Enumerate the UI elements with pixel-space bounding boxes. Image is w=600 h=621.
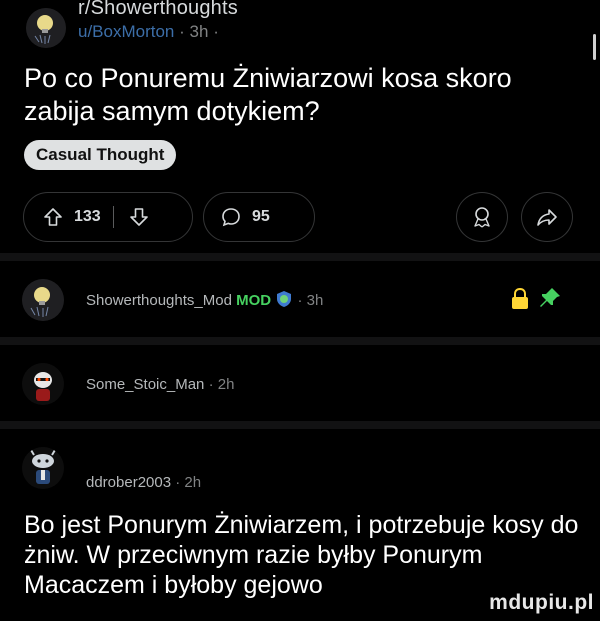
mod-tag: MOD bbox=[236, 292, 272, 309]
post-author[interactable]: u/BoxMorton bbox=[78, 22, 174, 41]
comment-avatar[interactable] bbox=[22, 447, 64, 489]
share-button[interactable] bbox=[521, 192, 573, 242]
downvote-icon[interactable] bbox=[128, 206, 150, 228]
lock-icon bbox=[510, 287, 530, 316]
post-age: 3h bbox=[189, 22, 209, 41]
vote-bar: 133 bbox=[23, 192, 193, 242]
award-icon bbox=[470, 205, 494, 229]
comment-header: Showerthoughts_Mod MOD · 3h bbox=[86, 290, 323, 312]
comment-author[interactable]: Showerthoughts_Mod bbox=[86, 292, 232, 309]
upvote-count: 133 bbox=[74, 208, 101, 225]
award-button[interactable] bbox=[456, 192, 508, 242]
comment-age: 2h bbox=[184, 474, 202, 491]
meta-separator: · bbox=[175, 474, 181, 491]
post-meta: u/BoxMorton · 3h · bbox=[78, 22, 219, 42]
upvote-icon[interactable] bbox=[42, 206, 64, 228]
comment-header: ddrober2003 · 2h bbox=[86, 474, 201, 491]
comment-author[interactable]: Some_Stoic_Man bbox=[86, 376, 204, 393]
comment-age: 2h bbox=[217, 376, 235, 393]
watermark: mdupiu.pl bbox=[489, 591, 594, 614]
comment-header: Some_Stoic_Man · 2h bbox=[86, 376, 234, 393]
post-flair[interactable]: Casual Thought bbox=[24, 140, 177, 170]
section-divider bbox=[0, 337, 600, 345]
meta-separator: · bbox=[208, 376, 214, 393]
section-divider bbox=[0, 253, 600, 261]
meta-separator: · bbox=[213, 22, 219, 41]
vote-divider bbox=[112, 206, 114, 228]
comment-author[interactable]: ddrober2003 bbox=[86, 474, 171, 491]
comment-age: 3h bbox=[306, 292, 324, 309]
section-divider bbox=[0, 421, 600, 429]
comment-body: Bo jest Ponurym Żniwiarzem, i potrzebuje… bbox=[24, 511, 579, 599]
comment-count: 95 bbox=[252, 208, 270, 225]
meta-separator: · bbox=[297, 292, 303, 309]
subreddit-avatar[interactable] bbox=[26, 8, 66, 48]
comment-icon bbox=[220, 206, 242, 228]
comments-button[interactable]: 95 bbox=[203, 192, 315, 242]
scrollbar[interactable] bbox=[593, 34, 596, 60]
shield-badge-icon bbox=[275, 290, 293, 312]
comment-avatar[interactable] bbox=[22, 363, 64, 405]
subreddit-name[interactable]: r/Showerthoughts bbox=[78, 0, 238, 20]
share-icon bbox=[535, 205, 559, 229]
pin-icon bbox=[538, 286, 562, 315]
post-title: Po co Ponuremu Żniwiarzowi kosa skoro za… bbox=[24, 63, 512, 126]
meta-separator: · bbox=[179, 22, 185, 41]
comment-avatar[interactable] bbox=[22, 279, 64, 321]
